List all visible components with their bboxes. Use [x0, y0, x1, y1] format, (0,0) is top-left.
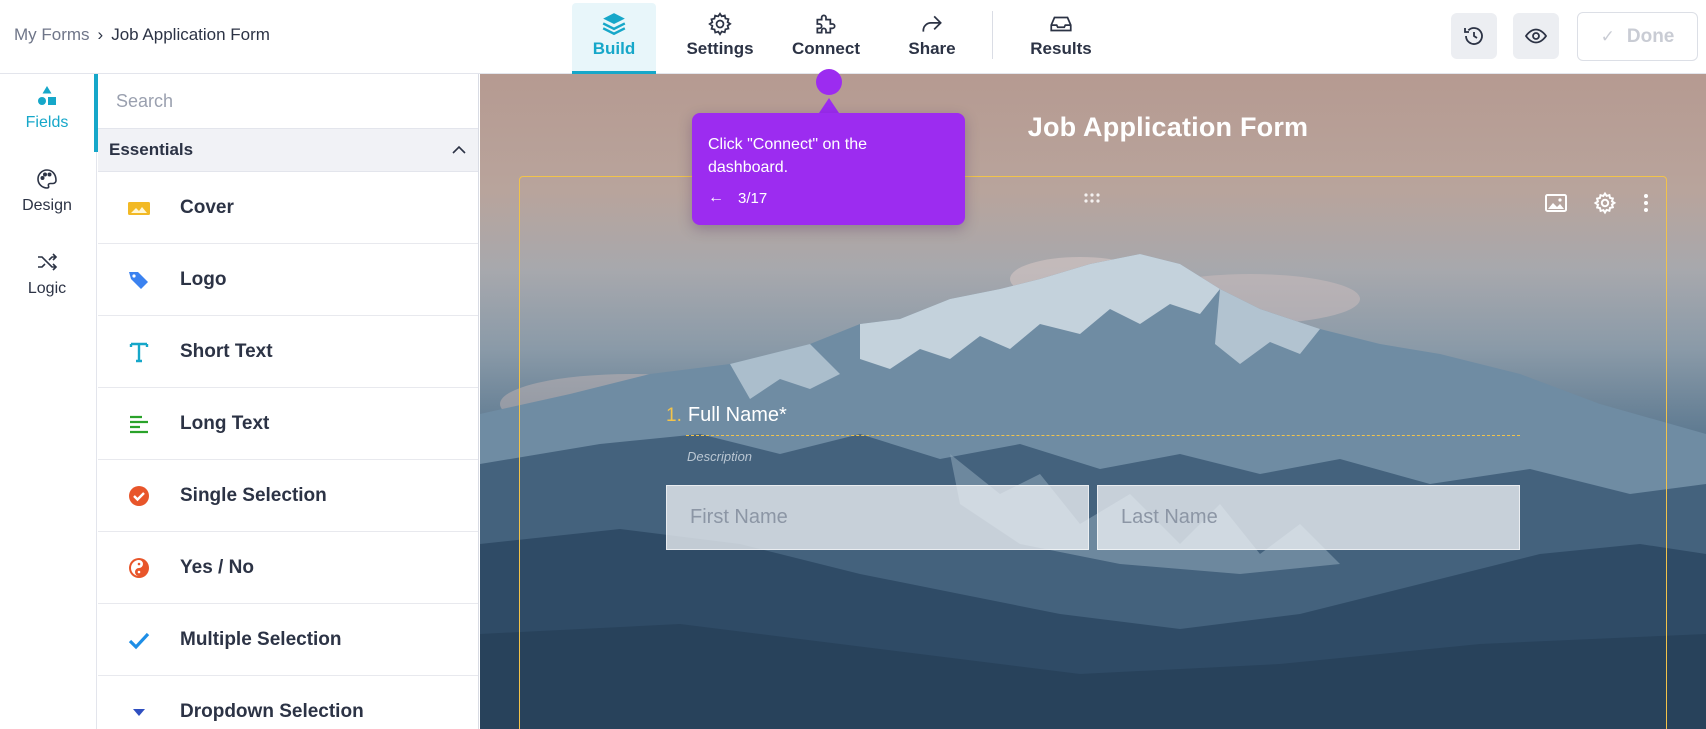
field-item-single-selection[interactable]: Single Selection [98, 460, 478, 532]
more-vertical-icon [1644, 194, 1648, 212]
done-label: Done [1626, 25, 1675, 47]
card-settings-button[interactable] [1593, 191, 1617, 215]
onboarding-tooltip: Click "Connect" on the dashboard. ← 3/17 [692, 113, 965, 225]
tab-share[interactable]: Share [890, 3, 974, 74]
tab-connect-label: Connect [792, 39, 860, 58]
tag-icon [129, 271, 148, 289]
rail-item-fields[interactable]: Fields [0, 84, 94, 132]
field-item-logo[interactable]: Logo [98, 244, 478, 316]
field-item-label: Logo [180, 268, 227, 290]
field-item-label: Multiple Selection [180, 628, 342, 650]
field-item-label: Cover [180, 196, 234, 218]
field-item-label: Dropdown Selection [180, 700, 364, 722]
field-item-yes-no[interactable]: Yes / No [98, 532, 478, 604]
field-item-multiple-selection[interactable]: Multiple Selection [98, 604, 478, 676]
caret-down-icon [133, 708, 145, 716]
question-description[interactable]: Description [687, 449, 752, 464]
main-tabs: Build Settings Connect Share Results [572, 3, 1111, 74]
check-icon: ✓ [1600, 26, 1615, 46]
first-name-field[interactable]: First Name [666, 485, 1089, 550]
tab-share-label: Share [908, 39, 956, 58]
gear-icon [1593, 191, 1617, 215]
preview-button[interactable] [1513, 13, 1559, 59]
back-arrow-icon[interactable]: ← [708, 189, 724, 207]
top-bar: My Forms › Job Application Form Build Se… [0, 0, 1706, 74]
drag-handle-icon[interactable] [1083, 191, 1101, 209]
puzzle-icon [816, 14, 836, 34]
rail-item-design-label: Design [22, 197, 72, 214]
fields-panel: Essentials Cover Logo Short Text Long Te… [98, 74, 479, 729]
tooltip-nav: ← 3/17 [708, 189, 949, 207]
form-title[interactable]: Job Application Form [480, 112, 1706, 143]
tab-results[interactable]: Results [1011, 3, 1111, 74]
tooltip-arrow [819, 98, 839, 113]
breadcrumb-separator: › [97, 25, 104, 44]
done-button[interactable]: ✓ Done [1577, 12, 1698, 61]
eye-icon [1524, 28, 1548, 44]
section-header-essentials[interactable]: Essentials [98, 128, 478, 172]
tooltip-step-counter: 3/17 [738, 189, 768, 207]
inbox-icon [1050, 16, 1072, 32]
breadcrumb-my-forms-link[interactable]: My Forms [14, 25, 90, 45]
tab-connect[interactable]: Connect [784, 3, 868, 74]
checkmark-icon [128, 632, 150, 649]
tab-results-label: Results [1030, 39, 1092, 58]
history-button[interactable] [1451, 13, 1497, 59]
field-item-short-text[interactable]: Short Text [98, 316, 478, 388]
field-item-dropdown-selection[interactable]: Dropdown Selection [98, 676, 478, 729]
field-list: Cover Logo Short Text Long Text Single S… [98, 172, 478, 729]
breadcrumb-current: Job Application Form [111, 25, 270, 44]
search-bar [98, 74, 478, 128]
layers-icon [602, 13, 626, 36]
rail-item-logic-label: Logic [27, 280, 67, 297]
shapes-icon [38, 86, 56, 105]
card-more-button[interactable] [1640, 191, 1652, 215]
text-t-icon [129, 342, 149, 362]
field-item-label: Single Selection [180, 484, 327, 506]
field-item-label: Yes / No [180, 556, 254, 578]
shuffle-icon [38, 253, 58, 271]
last-name-field[interactable]: Last Name [1097, 485, 1520, 550]
field-item-long-text[interactable]: Long Text [98, 388, 478, 460]
palette-icon [37, 169, 57, 189]
cover-image-icon [128, 201, 150, 215]
rail-item-design[interactable]: Design [0, 167, 94, 215]
gear-icon [708, 12, 732, 36]
section-title: Essentials [109, 140, 194, 159]
question-label[interactable]: 1. Full Name* [666, 404, 787, 427]
yin-yang-icon [129, 557, 149, 578]
question-number: 1. [666, 405, 682, 426]
tab-settings-label: Settings [686, 39, 754, 58]
tour-hotspot-dot[interactable] [816, 69, 842, 95]
tab-build[interactable]: Build [572, 3, 656, 74]
chevron-up-icon [452, 145, 466, 154]
left-rail: Fields Design Logic [0, 74, 97, 729]
field-item-cover[interactable]: Cover [98, 172, 478, 244]
rail-item-logic[interactable]: Logic [0, 250, 94, 298]
card-image-button[interactable] [1544, 191, 1568, 215]
check-circle-icon [129, 485, 149, 506]
rail-item-fields-label: Fields [25, 114, 69, 131]
tab-settings[interactable]: Settings [678, 3, 762, 74]
share-arrow-icon [922, 15, 942, 32]
image-icon [1545, 194, 1567, 212]
tab-build-label: Build [592, 39, 636, 58]
field-item-label: Long Text [180, 412, 270, 434]
history-icon [1464, 27, 1483, 45]
paragraph-lines-icon [130, 415, 148, 433]
tooltip-text: Click "Connect" on the dashboard. [708, 136, 867, 176]
breadcrumb: My Forms › Job Application Form [14, 25, 270, 45]
field-item-label: Short Text [180, 340, 273, 362]
tabs-divider [992, 11, 993, 59]
search-input[interactable] [116, 90, 456, 112]
question-label-underline [686, 435, 1520, 436]
question-text: Full Name* [687, 404, 787, 426]
